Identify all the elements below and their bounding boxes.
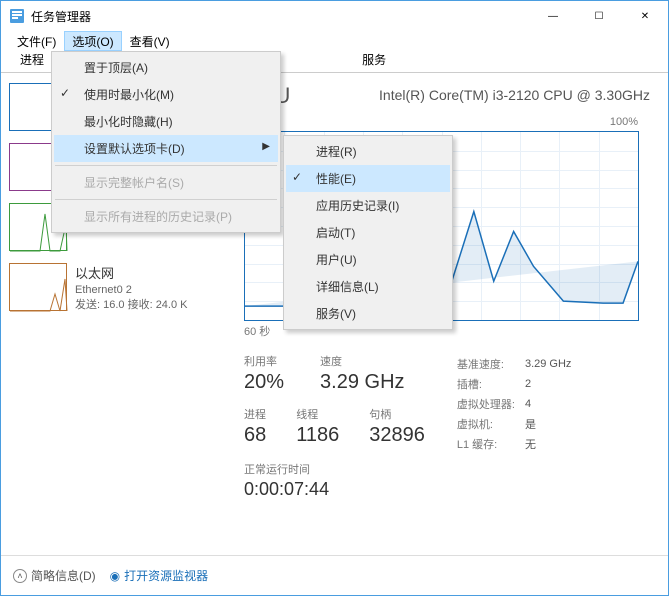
submenu-startup[interactable]: 启动(T): [286, 219, 450, 246]
handles-value: 32896: [369, 424, 425, 447]
submenu-users[interactable]: 用户(U): [286, 246, 450, 273]
submenu-details[interactable]: 详细信息(L): [286, 273, 450, 300]
menu-options[interactable]: 选项(O): [64, 31, 121, 51]
menu-show-history: 显示所有进程的历史记录(P): [54, 203, 278, 230]
menu-separator: [55, 165, 277, 166]
utilization-value: 20%: [244, 371, 284, 394]
options-menu: 置于顶层(A) ✓使用时最小化(M) 最小化时隐藏(H) 设置默认选项卡(D)▶…: [51, 51, 281, 233]
submenu-processes[interactable]: 进程(R): [286, 138, 450, 165]
menu-show-account-name: 显示完整帐户名(S): [54, 169, 278, 196]
tab-services[interactable]: 服务: [351, 47, 397, 72]
tab-processes[interactable]: 进程: [9, 47, 55, 72]
resource-monitor-icon: ◉: [110, 569, 120, 583]
default-tab-submenu: 进程(R) ✓性能(E) 应用历史记录(I) 启动(T) 用户(U) 详细信息(…: [283, 135, 453, 330]
app-icon: [9, 8, 25, 24]
resource-monitor-link[interactable]: ◉ 打开资源监视器: [110, 567, 209, 584]
check-icon: ✓: [60, 86, 70, 100]
submenu-services[interactable]: 服务(V): [286, 300, 450, 327]
maximize-button[interactable]: ☐: [576, 1, 622, 31]
window-title: 任务管理器: [31, 8, 91, 25]
speed-value: 3.29 GHz: [320, 371, 404, 394]
menu-separator: [55, 199, 277, 200]
cpu-info-table: 基准速度:3.29 GHz 插槽:2 虚拟处理器:4 虚拟机:是 L1 缓存:无: [455, 353, 582, 455]
threads-value: 1186: [296, 424, 339, 447]
submenu-apphistory[interactable]: 应用历史记录(I): [286, 192, 450, 219]
chevron-up-icon: ˄: [13, 569, 27, 583]
menu-hide-when-minimized[interactable]: 最小化时隐藏(H): [54, 108, 278, 135]
menu-view[interactable]: 查看(V): [122, 31, 178, 51]
ethernet-thumb-chart: [9, 263, 67, 311]
check-icon: ✓: [292, 170, 302, 184]
brief-info-link[interactable]: ˄ 简略信息(D): [13, 567, 96, 584]
menu-set-default-tab[interactable]: 设置默认选项卡(D)▶: [54, 135, 278, 162]
cpu-model: Intel(R) Core(TM) i3-2120 CPU @ 3.30GHz: [379, 87, 650, 103]
menu-minimize-on-use[interactable]: ✓使用时最小化(M): [54, 81, 278, 108]
minimize-button[interactable]: —: [530, 1, 576, 31]
sidebar-item-ethernet[interactable]: 以太网Ethernet0 2发送: 16.0 接收: 24.0 K: [9, 263, 218, 312]
uptime-value: 0:00:07:44: [244, 479, 425, 500]
close-button[interactable]: ✕: [622, 1, 668, 31]
menu-always-on-top[interactable]: 置于顶层(A): [54, 54, 278, 81]
submenu-arrow-icon: ▶: [262, 141, 270, 152]
processes-value: 68: [244, 424, 266, 447]
submenu-performance[interactable]: ✓性能(E): [286, 165, 450, 192]
